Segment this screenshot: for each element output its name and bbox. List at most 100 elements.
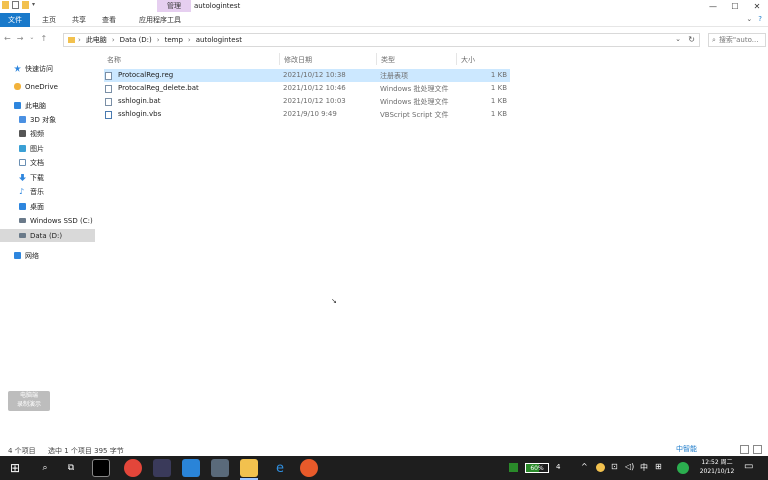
ribbon-tabs: 文件 主页 共享 查看 应用程序工具 ⌄ ? — [0, 13, 768, 27]
taskbar: ⊞ ⌕ ⧉ e 60% 4 ^ ⊡ ◁) 中 ⊞ 12:52 周二 2021/1… — [0, 456, 768, 480]
clock[interactable]: 12:52 周二 2021/10/12 — [693, 458, 741, 476]
column-headers: 名称 修改日期 类型 大小 — [104, 53, 514, 65]
show-hidden-icons[interactable]: ^ — [581, 462, 588, 471]
tab-home[interactable]: 主页 — [38, 13, 60, 27]
virtualbox-icon[interactable] — [211, 459, 229, 477]
column-divider[interactable] — [456, 53, 457, 65]
sidebar-item-data-drive[interactable]: Data (D:) — [0, 229, 95, 242]
notification-icon[interactable]: ▭ — [744, 461, 753, 472]
windows-start-icon[interactable]: ⊞ — [0, 456, 30, 480]
chevron-down-icon[interactable]: ▾ — [32, 1, 39, 9]
sidebar-item-pictures[interactable]: 图片 — [0, 142, 95, 155]
sidebar-item-quick-access[interactable]: 快速访问 — [0, 62, 95, 75]
breadcrumb-temp[interactable]: temp — [165, 36, 183, 44]
recent-locations-icon[interactable]: ⌄ — [29, 34, 34, 43]
file-explorer-icon[interactable] — [240, 459, 258, 477]
battery-meter[interactable]: 60% — [525, 463, 549, 473]
sidebar-item-videos[interactable]: 视频 — [0, 127, 95, 140]
file-type: Windows 批处理文件 — [380, 85, 449, 93]
batch-file-icon — [105, 98, 112, 106]
sidebar-item-music[interactable]: ♪ 音乐 — [0, 185, 95, 198]
sidebar-item-onedrive[interactable]: OneDrive — [0, 80, 95, 93]
details-view-icon[interactable] — [740, 445, 749, 454]
up-arrow-icon[interactable]: ↑ — [40, 34, 47, 43]
chrome-icon[interactable] — [124, 459, 142, 477]
batch-file-icon — [105, 85, 112, 93]
tab-share[interactable]: 共享 — [68, 13, 90, 27]
file-row[interactable]: sshlogin.vbs 2021/9/10 9:49 VBScript Scr… — [104, 108, 510, 121]
edge-icon[interactable]: e — [271, 459, 289, 477]
tray-app-icon[interactable] — [596, 463, 605, 472]
sidebar-item-this-pc[interactable]: 此电脑 — [0, 99, 95, 112]
column-divider[interactable] — [279, 53, 280, 65]
sidebar-item-downloads[interactable]: 下载 — [0, 171, 95, 184]
ribbon-right-controls: ⌄ ? — [746, 15, 762, 23]
search-icon[interactable]: ⌕ — [36, 459, 54, 477]
expand-ribbon-icon[interactable]: ⌄ — [746, 15, 752, 23]
column-header-type[interactable]: 类型 — [381, 55, 395, 65]
sidebar-item-label: 文档 — [30, 158, 44, 167]
tray-app-icon[interactable] — [509, 463, 518, 472]
script-file-icon — [105, 111, 112, 119]
tab-view[interactable]: 查看 — [98, 13, 120, 27]
input-method-icon[interactable]: ⊞ — [655, 462, 662, 471]
terminal-icon[interactable] — [92, 459, 110, 477]
registry-file-icon — [105, 72, 112, 80]
search-input[interactable]: ⌕ 搜索"auto... — [708, 33, 766, 47]
input-method-icon[interactable]: 中 — [640, 462, 648, 473]
file-date: 2021/9/10 9:49 — [283, 110, 337, 118]
file-row[interactable]: ProtocalReg.reg 2021/10/12 10:38 注册表项 1 … — [104, 69, 510, 82]
computer-icon — [14, 102, 21, 109]
watermark-line: 录制演示 — [16, 401, 41, 408]
file-row[interactable]: ProtocalReg_delete.bat 2021/10/12 10:46 … — [104, 82, 510, 95]
minimize-button[interactable]: — — [702, 0, 724, 12]
back-arrow-icon[interactable]: ← — [4, 34, 11, 43]
video-icon — [19, 130, 26, 137]
item-count: 4 个项目 — [8, 447, 36, 455]
sidebar-item-documents[interactable]: 文档 — [0, 156, 95, 169]
ime-indicator[interactable]: 中智能 — [676, 444, 697, 454]
column-header-size[interactable]: 大小 — [461, 55, 475, 65]
clock-date: 2021/10/12 — [699, 468, 735, 475]
volume-icon[interactable]: ◁) — [625, 462, 634, 471]
sidebar-item-label: Data (D:) — [30, 231, 63, 240]
sidebar-item-network[interactable]: 网络 — [0, 249, 95, 262]
tab-application-tools[interactable]: 应用程序工具 — [136, 13, 184, 27]
music-icon: ♪ — [19, 187, 25, 196]
large-icons-view-icon[interactable] — [753, 445, 762, 454]
column-header-date[interactable]: 修改日期 — [284, 55, 312, 65]
navigation-row: ← → ⌄ ↑ › 此电脑 › Data (D:) › temp › autol… — [0, 32, 768, 48]
address-bar[interactable]: › 此电脑 › Data (D:) › temp › autologintest… — [63, 33, 700, 47]
address-dropdown-icon[interactable]: ⌄ — [675, 35, 681, 43]
refresh-icon[interactable]: ↻ — [688, 35, 695, 44]
breadcrumb-autologintest[interactable]: autologintest — [196, 36, 242, 44]
column-header-name[interactable]: 名称 — [107, 55, 121, 65]
file-row[interactable]: sshlogin.bat 2021/10/12 10:03 Windows 批处… — [104, 95, 510, 108]
close-button[interactable]: ✕ — [746, 0, 768, 12]
wechat-icon[interactable] — [677, 462, 689, 474]
desktop-icon — [19, 203, 26, 210]
network-icon[interactable]: ⊡ — [611, 462, 618, 471]
column-divider[interactable] — [376, 53, 377, 65]
help-icon[interactable]: ? — [758, 15, 762, 23]
sidebar-item-label: 快速访问 — [25, 64, 53, 73]
task-view-icon[interactable]: ⧉ — [62, 459, 80, 477]
app-icon[interactable] — [300, 459, 318, 477]
sidebar-item-label: 视频 — [30, 129, 44, 138]
cloud-icon — [14, 83, 21, 90]
folder-icon[interactable] — [2, 1, 9, 9]
manage-tab[interactable]: 管理 — [157, 0, 191, 12]
sidebar-item-desktop[interactable]: 桌面 — [0, 200, 95, 213]
breadcrumb-this-pc[interactable]: 此电脑 — [86, 35, 107, 45]
breadcrumb-data-drive[interactable]: Data (D:) — [120, 36, 152, 44]
tab-file[interactable]: 文件 — [0, 13, 30, 27]
properties-icon[interactable] — [12, 1, 19, 9]
forward-arrow-icon[interactable]: → — [17, 34, 24, 43]
new-folder-icon[interactable] — [22, 1, 29, 9]
app-icon[interactable] — [182, 459, 200, 477]
sidebar-item-label: 图片 — [30, 144, 44, 153]
sidebar-item-windows-ssd[interactable]: Windows SSD (C:) — [0, 214, 95, 227]
sidebar-item-3d-objects[interactable]: 3D 对象 — [0, 113, 95, 126]
app-icon[interactable] — [153, 459, 171, 477]
maximize-button[interactable]: ☐ — [724, 0, 746, 12]
